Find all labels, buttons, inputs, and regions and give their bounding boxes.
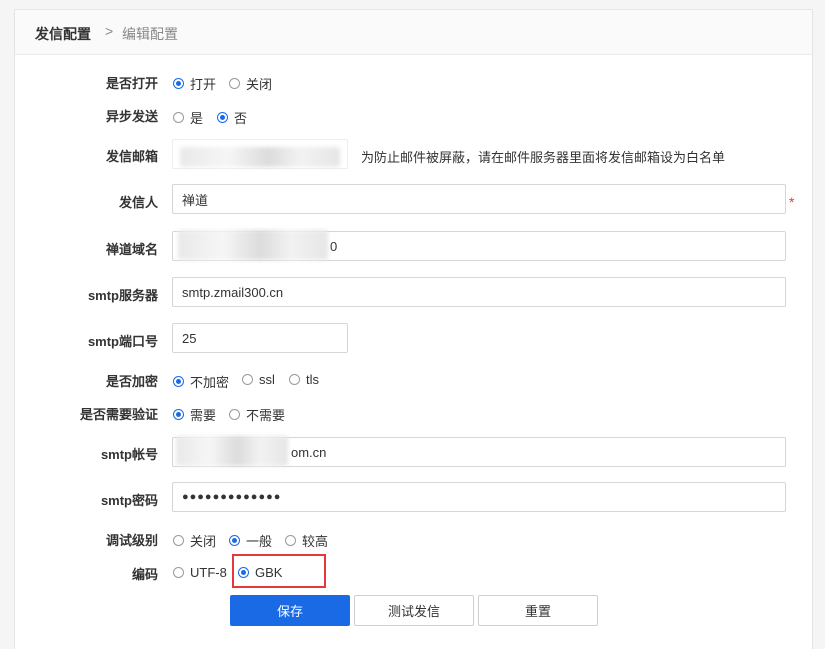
radio-unchecked-icon: [289, 374, 300, 385]
encryption-radio-ssl[interactable]: ssl: [242, 372, 275, 387]
radio-checked-icon: [238, 567, 249, 578]
async-send-radio-no[interactable]: 否: [217, 108, 247, 127]
turn-on-radio-close[interactable]: 关闭: [229, 74, 272, 93]
radio-checked-icon: [229, 535, 240, 546]
config-panel: 发信配置 > 编辑配置: [14, 9, 813, 649]
charset-radio-utf8[interactable]: UTF-8: [173, 565, 227, 580]
radio-checked-icon: [173, 78, 184, 89]
sender-email-label: 发信邮箱: [105, 149, 158, 164]
save-button[interactable]: 保存: [230, 595, 350, 626]
radio-unchecked-icon: [229, 78, 240, 89]
async-send-label: 异步发送: [105, 109, 158, 124]
radio-checked-icon: [173, 409, 184, 420]
radio-unchecked-icon: [242, 374, 253, 385]
breadcrumb-mail-config[interactable]: 发信配置: [35, 24, 91, 44]
radio-unchecked-icon: [229, 409, 240, 420]
radio-unchecked-icon: [173, 535, 184, 546]
radio-checked-icon: [217, 112, 228, 123]
chevron-right-icon: >: [105, 23, 114, 39]
smtp-server-label: smtp服务器: [87, 288, 158, 303]
turn-on-radio-open[interactable]: 打开: [173, 74, 216, 93]
smtp-account-label: smtp帐号: [100, 447, 158, 462]
radio-unchecked-icon: [173, 112, 184, 123]
radio-unchecked-icon: [173, 567, 184, 578]
debug-level-label: 调试级别: [105, 533, 158, 548]
redacted-blur: [180, 147, 340, 167]
auth-radio-not-required[interactable]: 不需要: [229, 405, 285, 424]
breadcrumb-edit-config: 编辑配置: [122, 26, 178, 42]
radio-checked-icon: [173, 376, 184, 387]
smtp-password-label: smtp密码: [100, 493, 158, 508]
smtp-password-input[interactable]: ●●●●●●●●●●●●●: [172, 482, 786, 512]
encryption-label: 是否加密: [105, 374, 158, 389]
smtp-server-input[interactable]: [172, 277, 786, 307]
sender-name-input[interactable]: [172, 184, 786, 214]
auth-radio-required[interactable]: 需要: [173, 405, 216, 424]
charset-label: 编码: [131, 567, 158, 582]
debug-level-radio-high[interactable]: 较高: [285, 531, 328, 550]
auth-label: 是否需要验证: [79, 407, 158, 422]
charset-radio-gbk[interactable]: GBK: [238, 565, 282, 580]
debug-level-radio-normal[interactable]: 一般: [229, 531, 272, 550]
async-send-radio-yes[interactable]: 是: [173, 108, 203, 127]
required-mark: *: [789, 194, 795, 210]
test-send-button[interactable]: 测试发信: [354, 595, 474, 626]
encryption-radio-none[interactable]: 不加密: [173, 372, 229, 391]
encryption-radio-tls[interactable]: tls: [289, 372, 319, 387]
radio-unchecked-icon: [285, 535, 296, 546]
turn-on-label: 是否打开: [105, 76, 158, 91]
domain-label: 禅道域名: [105, 242, 158, 257]
smtp-port-label: smtp端口号: [87, 334, 158, 349]
redacted-blur: [176, 436, 288, 466]
redacted-blur: [178, 230, 328, 260]
smtp-port-input[interactable]: [172, 323, 348, 353]
sender-email-hint: 为防止邮件被屏蔽，请在邮件服务器里面将发信邮箱设为白名单: [361, 150, 726, 165]
breadcrumb: 发信配置 > 编辑配置: [15, 10, 812, 55]
reset-button[interactable]: 重置: [478, 595, 598, 626]
debug-level-radio-off[interactable]: 关闭: [173, 531, 216, 550]
sender-name-label: 发信人: [118, 195, 158, 210]
